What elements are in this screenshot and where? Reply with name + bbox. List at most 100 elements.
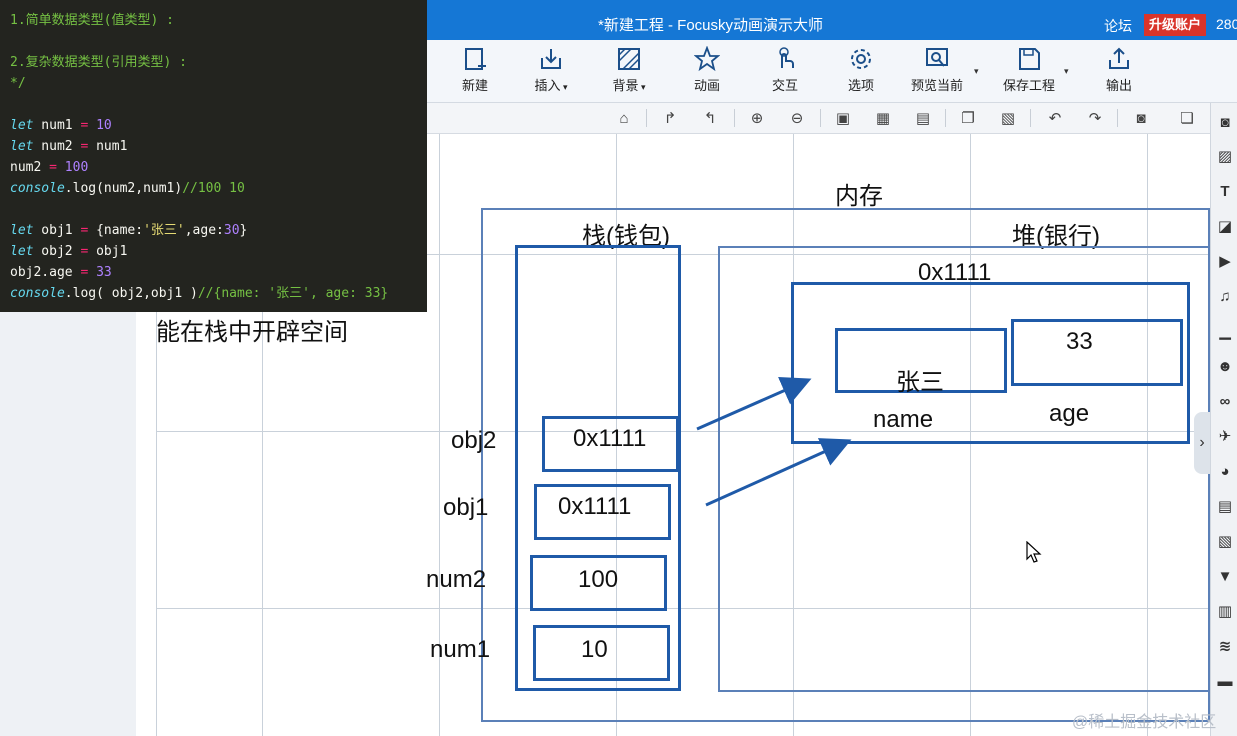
forum-link[interactable]: 论坛 (1104, 16, 1132, 36)
background-icon (618, 48, 640, 70)
stack-label-obj2: obj2 (451, 427, 497, 454)
link-icon[interactable]: ∞ (1216, 392, 1234, 410)
chevron-right-icon: › (1199, 434, 1205, 451)
code-token: let (10, 118, 34, 133)
camera-icon[interactable]: ◙ (1131, 108, 1151, 128)
printer-icon[interactable]: ▤ (1216, 497, 1234, 515)
heap-age-cell[interactable] (1011, 319, 1183, 386)
copy-icon[interactable]: ❐ (958, 108, 978, 128)
save-dropdown-arrow[interactable]: ▾ (1064, 66, 1069, 77)
chart-icon[interactable]: ▁ (1216, 322, 1234, 340)
code-token: 33 (96, 265, 112, 280)
text-icon[interactable]: T (1216, 182, 1234, 200)
code-line: let num1 = 10 (10, 115, 427, 136)
code-token: obj1 (33, 223, 81, 238)
code-token: obj1 (88, 244, 128, 259)
star-animation-icon (694, 46, 720, 72)
memory-title: 内存 (835, 183, 883, 210)
code-token: .log( obj2,obj1 ) (64, 286, 198, 301)
new-button[interactable]: 新建 (440, 46, 510, 94)
preview-current-button[interactable]: 预览当前 (902, 46, 972, 94)
heap-name-value: 张三 (896, 369, 944, 396)
code-token: num1 (88, 139, 128, 154)
code-line: console.log(num2,num1)//100 10 (10, 178, 427, 199)
code-line: 1.简单数据类型(值类型) : (10, 10, 427, 31)
undo-icon[interactable]: ↶ (1045, 108, 1065, 128)
sidebar-toggle[interactable]: › (1194, 412, 1210, 474)
code-editor-panel: 1.简单数据类型(值类型) : 2.复杂数据类型(引用类型) : */ let num… (0, 0, 427, 312)
code-line: let obj1 = {name:'张三',age:30} (10, 220, 427, 241)
rotate-right-icon[interactable]: ↱ (660, 108, 680, 128)
heap-name-key: name (873, 406, 934, 433)
code-token: 10 (96, 118, 112, 133)
rotate-left-icon[interactable]: ↰ (700, 108, 720, 128)
grid-settings-icon[interactable]: ▤ (913, 108, 933, 128)
zoom-out-icon[interactable]: ⊖ (787, 108, 807, 128)
grid-icon[interactable]: ▦ (873, 108, 893, 128)
lock-icon[interactable]: ▣ (833, 108, 853, 128)
gear-icon (851, 49, 871, 69)
code-token: console (10, 286, 65, 301)
toolbar-divider (945, 109, 946, 127)
redo-icon[interactable]: ↷ (1085, 108, 1105, 128)
new-page-icon (465, 48, 486, 70)
storage-icon[interactable]: ▬ (1216, 672, 1234, 690)
music-icon[interactable]: ♫ (1216, 287, 1234, 305)
code-token: //100 10 (182, 181, 245, 196)
animation-button[interactable]: 动画 (672, 46, 742, 94)
camera-icon[interactable]: ◙ (1216, 113, 1234, 131)
preview-dropdown-arrow[interactable]: ▾ (974, 66, 979, 77)
window-icon[interactable]: ❏ (1177, 108, 1197, 128)
layers-icon[interactable]: ≋ (1216, 637, 1234, 655)
gallery-icon[interactable]: ▧ (1216, 532, 1234, 550)
code-token: num2 (10, 160, 50, 175)
toolbar-divider (1030, 109, 1031, 127)
options-button[interactable]: 选项 (826, 46, 896, 94)
toolbar-divider (1117, 109, 1118, 127)
upgrade-account-button[interactable]: 升级账户 (1144, 14, 1206, 36)
code-line: obj2.age = 33 (10, 262, 427, 283)
shirt-icon[interactable]: ▼ (1216, 567, 1234, 585)
watermark: @稀土掘金技术社区 (1072, 714, 1217, 731)
shape-icon[interactable]: ◪ (1216, 217, 1234, 235)
code-token: .log(num2,num1) (64, 181, 183, 196)
code-token: 30 (223, 223, 240, 238)
code-token: obj2.age (10, 265, 81, 280)
background-button[interactable]: 背景 ▾ (594, 46, 664, 94)
layout-icon[interactable]: ▥ (1216, 602, 1234, 620)
code-token: num1 (33, 118, 81, 133)
right-sidebar: ◙ ▨ T ◪ ▶ ♫ ▁ ☻ ∞ ✈ ◕ ▤ ▧ ▼ ▥ ≋ ▬ (1210, 103, 1237, 736)
code-line: let obj2 = obj1 (10, 241, 427, 262)
image-icon[interactable]: ▨ (1216, 147, 1234, 165)
people-icon[interactable]: ☻ (1216, 357, 1234, 375)
code-token: {name: (88, 223, 144, 238)
interaction-button[interactable]: 交互 (750, 46, 820, 94)
code-token: console (10, 181, 65, 196)
zoom-in-icon[interactable]: ⊕ (747, 108, 767, 128)
insert-icon (541, 49, 561, 69)
toolbar-divider (820, 109, 821, 127)
mouse-cursor-icon (1026, 541, 1042, 563)
stack-value-obj2: 0x1111 (573, 425, 647, 452)
hand-pointer-icon (779, 47, 794, 68)
toolbar-divider (734, 109, 735, 127)
insert-button[interactable]: 插入 ▾ (516, 46, 586, 94)
save-project-button[interactable]: 保存工程 (994, 46, 1064, 94)
code-token: let (10, 223, 34, 238)
video-icon[interactable]: ▶ (1216, 252, 1234, 270)
stack-value-obj1: 0x1111 (558, 493, 632, 520)
code-token: 100 (64, 160, 89, 175)
code-token: num2 (33, 139, 81, 154)
code-token: '张三' (143, 223, 185, 238)
flash-icon[interactable]: ◕ (1216, 462, 1234, 480)
code-token: 1.简单数据类型(值类型) : (10, 13, 174, 28)
paste-icon[interactable]: ▧ (998, 108, 1018, 128)
code-token: = (49, 160, 57, 175)
plane-icon[interactable]: ✈ (1216, 427, 1234, 445)
heap-age-key: age (1049, 400, 1090, 427)
export-button[interactable]: 输出 (1084, 46, 1154, 94)
home-icon[interactable]: ⌂ (614, 108, 634, 128)
